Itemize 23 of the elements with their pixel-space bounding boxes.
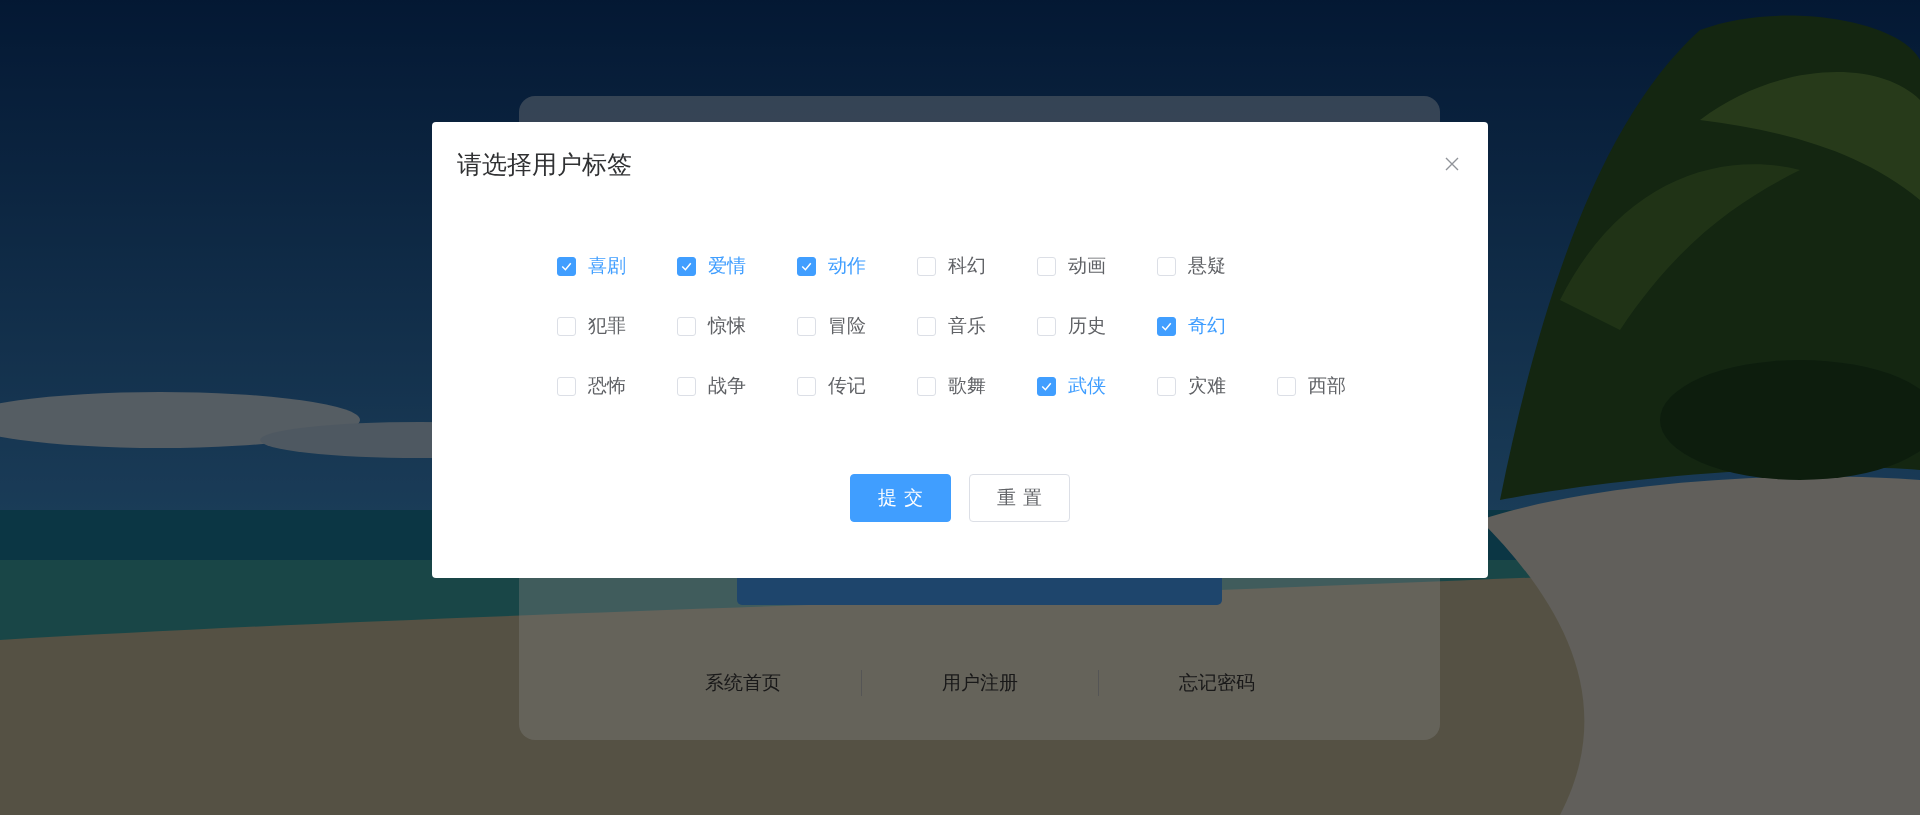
- checkbox-label[interactable]: 灾难: [1188, 373, 1226, 399]
- checkbox-label[interactable]: 犯罪: [588, 313, 626, 339]
- checkbox-label[interactable]: 传记: [828, 373, 866, 399]
- login-button[interactable]: [737, 578, 1222, 605]
- checkbox[interactable]: [557, 256, 576, 276]
- checkbox-label[interactable]: 冒险: [828, 313, 866, 339]
- checkbox-label[interactable]: 历史: [1068, 313, 1106, 339]
- reset-button[interactable]: 重 置: [969, 474, 1070, 522]
- checkbox[interactable]: [797, 256, 816, 276]
- checkbox-label[interactable]: 科幻: [948, 253, 986, 279]
- checkbox[interactable]: [1157, 316, 1176, 336]
- checkbox-label[interactable]: 恐怖: [588, 373, 626, 399]
- checkbox-label[interactable]: 歌舞: [948, 373, 986, 399]
- checkbox[interactable]: [677, 256, 696, 276]
- close-icon[interactable]: [1444, 156, 1460, 172]
- dialog-title: 请选择用户标签: [457, 149, 632, 181]
- checkbox-label[interactable]: 西部: [1308, 373, 1346, 399]
- checkbox-label[interactable]: 悬疑: [1188, 253, 1226, 279]
- checkbox-label[interactable]: 音乐: [948, 313, 986, 339]
- checkbox-label[interactable]: 动画: [1068, 253, 1106, 279]
- checkbox-label[interactable]: 惊悚: [708, 313, 746, 339]
- checkbox-label[interactable]: 战争: [708, 373, 746, 399]
- checkbox[interactable]: [1037, 376, 1056, 396]
